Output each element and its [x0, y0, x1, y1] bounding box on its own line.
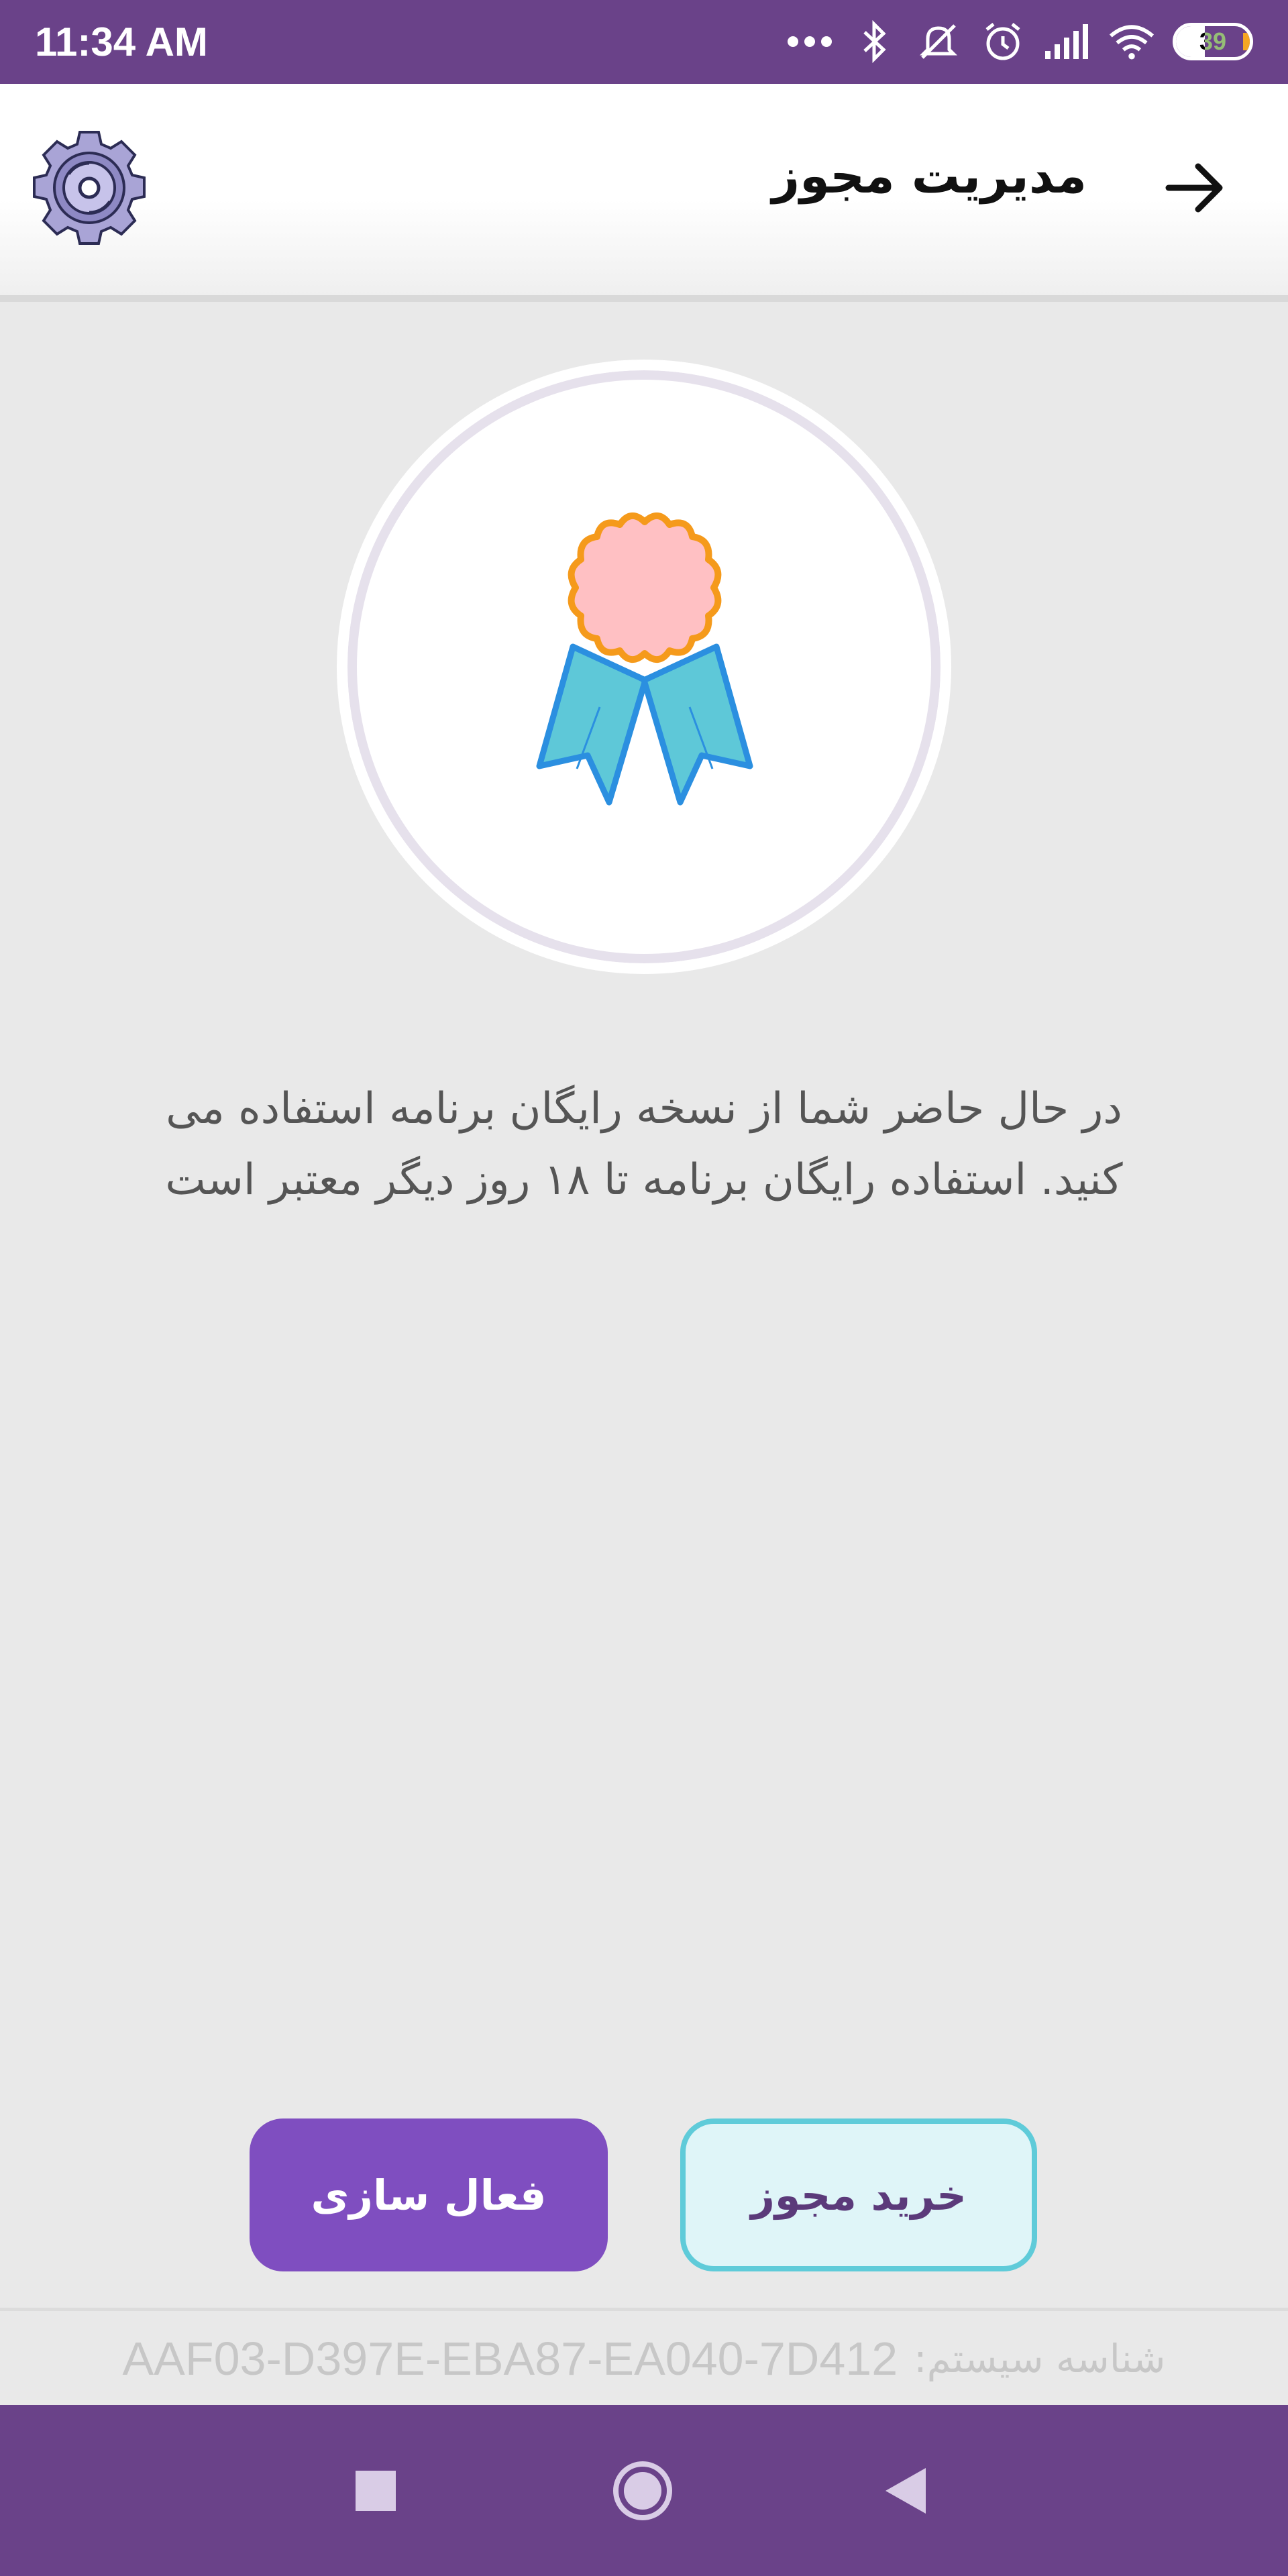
signal-icon: [1044, 18, 1091, 65]
activate-button[interactable]: فعال سازی: [250, 2118, 608, 2271]
wifi-icon: [1108, 18, 1155, 65]
status-time: 11:34 AM: [35, 19, 208, 64]
more-dots-icon: [786, 18, 833, 65]
app-header: مدیریت مجوز: [0, 84, 1288, 302]
square-icon[interactable]: [315, 2405, 436, 2576]
battery-level: 39: [1199, 28, 1227, 55]
message-line-1: در حال حاضر شما از نسخه رایگان برنامه اس…: [166, 1084, 1122, 1134]
award-ribbon-icon: [536, 513, 753, 806]
battery-indicator: 39: [1173, 23, 1253, 60]
triangle-back-icon[interactable]: [845, 2405, 966, 2576]
circle-home-icon[interactable]: [582, 2405, 703, 2576]
license-status-message: در حال حاضر شما از نسخه رایگان برنامه اس…: [80, 1073, 1208, 1216]
status-icons: 39: [786, 15, 1253, 68]
status-bar: 11:34 AM 39: [0, 0, 1288, 84]
system-id: شناسه سیستم: AAF03-D397E-EBA87-EA040-7D4…: [0, 2308, 1288, 2406]
arrow-right-icon[interactable]: [1161, 154, 1228, 221]
page-title: مدیریت مجوز: [771, 148, 1087, 204]
navigation-bar: [0, 2405, 1288, 2576]
system-id-value: AAF03-D397E-EBA87-EA040-7D412: [122, 2332, 898, 2385]
buy-license-button[interactable]: خرید مجوز: [680, 2118, 1037, 2271]
gear-icon[interactable]: [25, 124, 153, 252]
silent-icon: [915, 18, 962, 65]
system-id-label: شناسه سیستم:: [914, 2335, 1166, 2381]
bluetooth-icon: [851, 18, 898, 65]
alarm-icon: [979, 18, 1026, 65]
license-management-screen: 11:34 AM 39 مدیریت مجوز در حال حاضر شما …: [0, 0, 1288, 2576]
license-badge: [337, 360, 951, 974]
message-line-2: کنید. استفاده رایگان برنامه تا ۱۸ روز دی…: [165, 1155, 1123, 1205]
